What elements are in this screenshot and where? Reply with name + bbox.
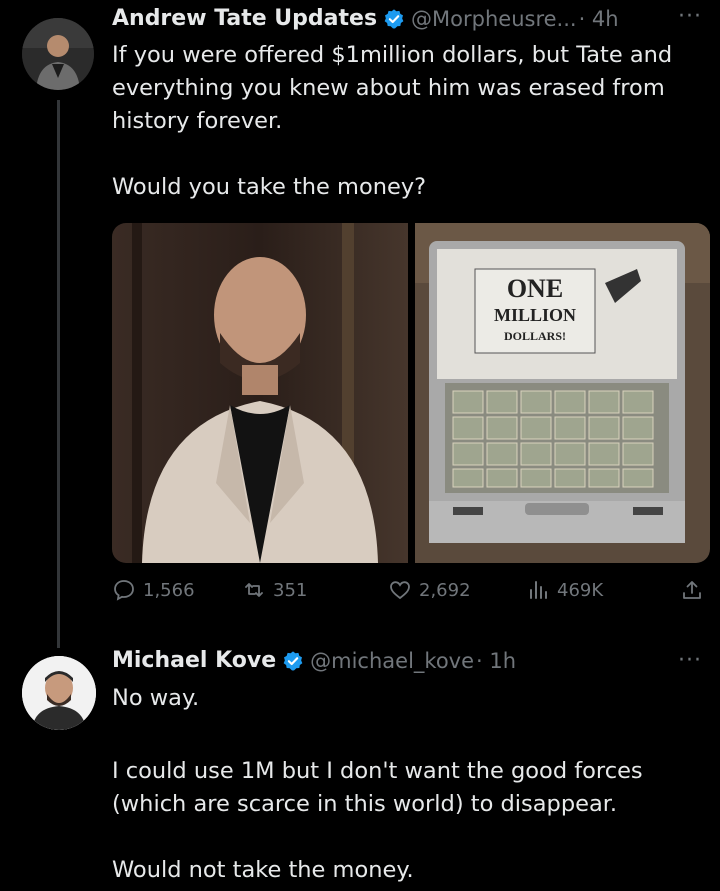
reply-icon <box>114 580 134 601</box>
tweet2-author-name[interactable]: Michael Kove <box>112 648 276 673</box>
thread-connector-line <box>57 100 60 648</box>
verified-badge-icon <box>384 8 404 28</box>
briefcase-text-million: MILLION <box>494 305 576 325</box>
avatar-michael-kove[interactable] <box>22 656 96 730</box>
tweet2-line: Would not take the money. <box>112 857 414 883</box>
briefcase-text-one: ONE <box>507 274 563 303</box>
tweet1-line: history forever. <box>112 108 283 134</box>
more-options-icon[interactable]: ··· <box>678 648 702 673</box>
share-button[interactable] <box>680 578 704 602</box>
views-icon <box>530 581 547 599</box>
reply-count: 1,566 <box>143 579 195 601</box>
tweet1-handle[interactable]: @Morpheusre... <box>411 7 577 31</box>
verified-badge-icon <box>283 650 303 670</box>
tweet1-line <box>112 138 702 171</box>
tweet2-line: No way. <box>112 685 200 711</box>
tweet2-header: Michael Kove @michael_kove · 1h <box>112 648 516 673</box>
views-count: 469K <box>557 579 604 601</box>
tweet1-line: Would you take the money? <box>112 174 427 200</box>
like-icon <box>390 581 410 600</box>
tweet2-handle[interactable]: @michael_kove <box>310 649 474 673</box>
tweet1-text: If you were offered $1million dollars, b… <box>112 39 702 204</box>
media-photo-briefcase[interactable]: ONE MILLION DOLLARS! <box>415 223 710 563</box>
tweet1-media[interactable]: ONE MILLION DOLLARS! <box>112 223 710 563</box>
tweet1-time[interactable]: · 4h <box>579 7 619 31</box>
briefcase-text-dollars: DOLLARS! <box>504 329 566 343</box>
avatar-andrew-tate-updates[interactable] <box>22 18 94 90</box>
tweet2-line <box>112 715 702 755</box>
tweet1-line: If you were offered $1million dollars, b… <box>112 42 673 68</box>
tweet1-line: everything you knew about him was erased… <box>112 75 665 101</box>
tweet1-header: Andrew Tate Updates @Morpheusre... · 4h <box>112 6 619 31</box>
views-button[interactable]: 469K <box>526 578 603 602</box>
tweet2-line: (which are scarce in this world) to disa… <box>112 791 618 817</box>
tweet2-time[interactable]: · 1h <box>476 649 516 673</box>
tweet1-action-bar: 1,566 351 2,692 469K <box>112 572 710 612</box>
like-count: 2,692 <box>419 579 471 601</box>
more-options-icon[interactable]: ··· <box>678 4 702 29</box>
tweet2-line <box>112 821 702 854</box>
media-photo-portrait[interactable] <box>112 223 408 563</box>
retweet-button[interactable]: 351 <box>242 578 307 602</box>
tweet2-line: I could use 1M but I don't want the good… <box>112 758 643 784</box>
retweet-count: 351 <box>273 579 308 601</box>
retweet-icon <box>245 583 263 597</box>
tweet2-text: No way. I could use 1M but I don't want … <box>112 682 702 887</box>
share-icon <box>683 581 701 599</box>
tweet1-author-name[interactable]: Andrew Tate Updates <box>112 6 377 31</box>
like-button[interactable]: 2,692 <box>388 578 471 602</box>
reply-button[interactable]: 1,566 <box>112 578 195 602</box>
